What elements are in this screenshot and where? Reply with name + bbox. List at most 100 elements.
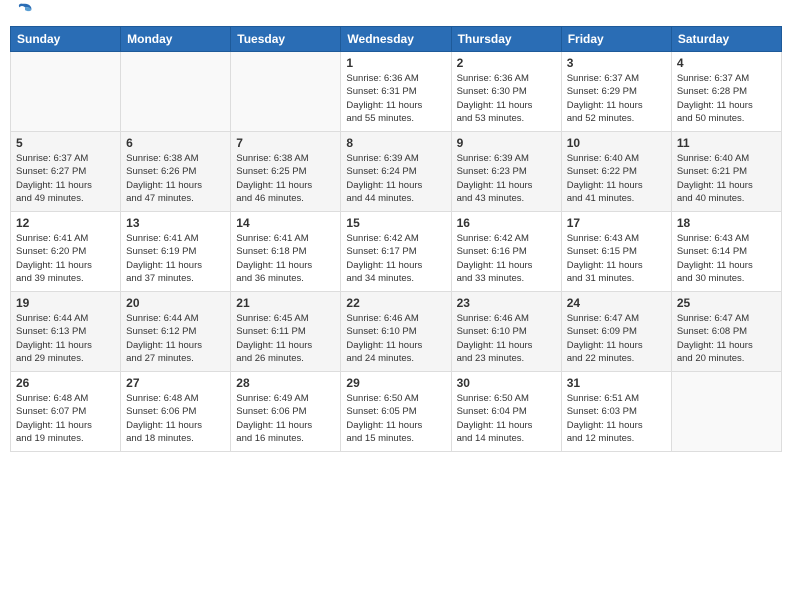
day-info: Sunrise: 6:43 AM Sunset: 6:15 PM Dayligh…	[567, 232, 666, 285]
day-header-saturday: Saturday	[671, 27, 781, 52]
calendar-cell: 30 Sunrise: 6:50 AM Sunset: 6:04 PM Dayli…	[451, 372, 561, 452]
day-number: 20	[126, 296, 225, 310]
day-number: 15	[346, 216, 445, 230]
day-info: Sunrise: 6:46 AM Sunset: 6:10 PM Dayligh…	[457, 312, 556, 365]
calendar-cell: 9 Sunrise: 6:39 AM Sunset: 6:23 PM Daylig…	[451, 132, 561, 212]
calendar-cell	[231, 52, 341, 132]
day-info: Sunrise: 6:37 AM Sunset: 6:27 PM Dayligh…	[16, 152, 115, 205]
day-info: Sunrise: 6:39 AM Sunset: 6:24 PM Dayligh…	[346, 152, 445, 205]
calendar-cell: 19Sunrise: 6:44 AM Sunset: 6:13 PM Dayli…	[11, 292, 121, 372]
calendar-cell: 15 Sunrise: 6:42 AM Sunset: 6:17 PM Dayli…	[341, 212, 451, 292]
day-info: Sunrise: 6:41 AM Sunset: 6:19 PM Dayligh…	[126, 232, 225, 285]
day-number: 29	[346, 376, 445, 390]
day-number: 19	[16, 296, 115, 310]
calendar-week-row: 26 Sunrise: 6:48 AM Sunset: 6:07 PM Dayli…	[11, 372, 782, 452]
day-number: 21	[236, 296, 335, 310]
day-info: Sunrise: 6:43 AM Sunset: 6:14 PM Dayligh…	[677, 232, 776, 285]
calendar-cell: 16 Sunrise: 6:42 AM Sunset: 6:16 PM Dayli…	[451, 212, 561, 292]
day-number: 18	[677, 216, 776, 230]
calendar-cell: 12 Sunrise: 6:41 AM Sunset: 6:20 PM Dayli…	[11, 212, 121, 292]
calendar-cell: 23 Sunrise: 6:46 AM Sunset: 6:10 PM Dayli…	[451, 292, 561, 372]
calendar-cell: 6 Sunrise: 6:38 AM Sunset: 6:26 PM Daylig…	[121, 132, 231, 212]
calendar-cell	[11, 52, 121, 132]
day-number: 26	[16, 376, 115, 390]
calendar-cell: 21 Sunrise: 6:45 AM Sunset: 6:11 PM Dayli…	[231, 292, 341, 372]
day-number: 30	[457, 376, 556, 390]
calendar-cell	[671, 372, 781, 452]
day-header-tuesday: Tuesday	[231, 27, 341, 52]
day-info: Sunrise: 6:42 AM Sunset: 6:17 PM Dayligh…	[346, 232, 445, 285]
day-info: Sunrise: 6:50 AM Sunset: 6:04 PM Dayligh…	[457, 392, 556, 445]
day-number: 9	[457, 136, 556, 150]
day-info: Sunrise: 6:49 AM Sunset: 6:06 PM Dayligh…	[236, 392, 335, 445]
day-number: 3	[567, 56, 666, 70]
day-info: Sunrise: 6:44 AM Sunset: 6:12 PM Dayligh…	[126, 312, 225, 365]
day-info: Sunrise: 6:36 AM Sunset: 6:31 PM Dayligh…	[346, 72, 445, 125]
day-number: 5	[16, 136, 115, 150]
calendar-cell: 22Sunrise: 6:46 AM Sunset: 6:10 PM Dayli…	[341, 292, 451, 372]
calendar-week-row: 1 Sunrise: 6:36 AM Sunset: 6:31 PM Daylig…	[11, 52, 782, 132]
calendar-cell: 28 Sunrise: 6:49 AM Sunset: 6:06 PM Dayli…	[231, 372, 341, 452]
day-info: Sunrise: 6:41 AM Sunset: 6:20 PM Dayligh…	[16, 232, 115, 285]
day-info: Sunrise: 6:47 AM Sunset: 6:08 PM Dayligh…	[677, 312, 776, 365]
calendar-cell: 8 Sunrise: 6:39 AM Sunset: 6:24 PM Daylig…	[341, 132, 451, 212]
day-info: Sunrise: 6:45 AM Sunset: 6:11 PM Dayligh…	[236, 312, 335, 365]
calendar-cell: 20 Sunrise: 6:44 AM Sunset: 6:12 PM Dayli…	[121, 292, 231, 372]
day-number: 16	[457, 216, 556, 230]
calendar-cell: 29 Sunrise: 6:50 AM Sunset: 6:05 PM Dayli…	[341, 372, 451, 452]
calendar-cell: 5 Sunrise: 6:37 AM Sunset: 6:27 PM Daylig…	[11, 132, 121, 212]
day-number: 7	[236, 136, 335, 150]
day-number: 10	[567, 136, 666, 150]
day-info: Sunrise: 6:46 AM Sunset: 6:10 PM Dayligh…	[346, 312, 445, 365]
calendar-cell: 26 Sunrise: 6:48 AM Sunset: 6:07 PM Dayli…	[11, 372, 121, 452]
day-info: Sunrise: 6:41 AM Sunset: 6:18 PM Dayligh…	[236, 232, 335, 285]
calendar-cell: 31 Sunrise: 6:51 AM Sunset: 6:03 PM Dayli…	[561, 372, 671, 452]
day-number: 6	[126, 136, 225, 150]
calendar-cell	[121, 52, 231, 132]
day-number: 1	[346, 56, 445, 70]
day-info: Sunrise: 6:48 AM Sunset: 6:06 PM Dayligh…	[126, 392, 225, 445]
day-number: 8	[346, 136, 445, 150]
day-number: 28	[236, 376, 335, 390]
day-number: 12	[16, 216, 115, 230]
day-info: Sunrise: 6:40 AM Sunset: 6:22 PM Dayligh…	[567, 152, 666, 205]
day-header-wednesday: Wednesday	[341, 27, 451, 52]
calendar-header-row: SundayMondayTuesdayWednesdayThursdayFrid…	[11, 27, 782, 52]
day-info: Sunrise: 6:50 AM Sunset: 6:05 PM Dayligh…	[346, 392, 445, 445]
day-info: Sunrise: 6:38 AM Sunset: 6:26 PM Dayligh…	[126, 152, 225, 205]
day-number: 11	[677, 136, 776, 150]
calendar-week-row: 12 Sunrise: 6:41 AM Sunset: 6:20 PM Dayli…	[11, 212, 782, 292]
day-number: 2	[457, 56, 556, 70]
day-number: 23	[457, 296, 556, 310]
day-number: 25	[677, 296, 776, 310]
calendar-cell: 27 Sunrise: 6:48 AM Sunset: 6:06 PM Dayli…	[121, 372, 231, 452]
calendar-week-row: 5 Sunrise: 6:37 AM Sunset: 6:27 PM Daylig…	[11, 132, 782, 212]
day-number: 24	[567, 296, 666, 310]
day-header-monday: Monday	[121, 27, 231, 52]
logo-bird-icon	[16, 2, 34, 20]
calendar-cell: 25 Sunrise: 6:47 AM Sunset: 6:08 PM Dayli…	[671, 292, 781, 372]
day-info: Sunrise: 6:48 AM Sunset: 6:07 PM Dayligh…	[16, 392, 115, 445]
day-header-thursday: Thursday	[451, 27, 561, 52]
logo	[14, 16, 34, 20]
calendar-cell: 3Sunrise: 6:37 AM Sunset: 6:29 PM Daylig…	[561, 52, 671, 132]
calendar-cell: 1 Sunrise: 6:36 AM Sunset: 6:31 PM Daylig…	[341, 52, 451, 132]
day-info: Sunrise: 6:40 AM Sunset: 6:21 PM Dayligh…	[677, 152, 776, 205]
day-number: 31	[567, 376, 666, 390]
day-info: Sunrise: 6:51 AM Sunset: 6:03 PM Dayligh…	[567, 392, 666, 445]
calendar-cell: 7Sunrise: 6:38 AM Sunset: 6:25 PM Daylig…	[231, 132, 341, 212]
day-header-friday: Friday	[561, 27, 671, 52]
calendar-week-row: 19Sunrise: 6:44 AM Sunset: 6:13 PM Dayli…	[11, 292, 782, 372]
page-header	[10, 10, 782, 20]
day-info: Sunrise: 6:42 AM Sunset: 6:16 PM Dayligh…	[457, 232, 556, 285]
day-info: Sunrise: 6:47 AM Sunset: 6:09 PM Dayligh…	[567, 312, 666, 365]
calendar-cell: 4Sunrise: 6:37 AM Sunset: 6:28 PM Daylig…	[671, 52, 781, 132]
day-info: Sunrise: 6:36 AM Sunset: 6:30 PM Dayligh…	[457, 72, 556, 125]
calendar-cell: 17 Sunrise: 6:43 AM Sunset: 6:15 PM Dayli…	[561, 212, 671, 292]
day-info: Sunrise: 6:39 AM Sunset: 6:23 PM Dayligh…	[457, 152, 556, 205]
day-number: 14	[236, 216, 335, 230]
day-header-sunday: Sunday	[11, 27, 121, 52]
day-number: 27	[126, 376, 225, 390]
calendar-cell: 11 Sunrise: 6:40 AM Sunset: 6:21 PM Dayli…	[671, 132, 781, 212]
day-number: 17	[567, 216, 666, 230]
